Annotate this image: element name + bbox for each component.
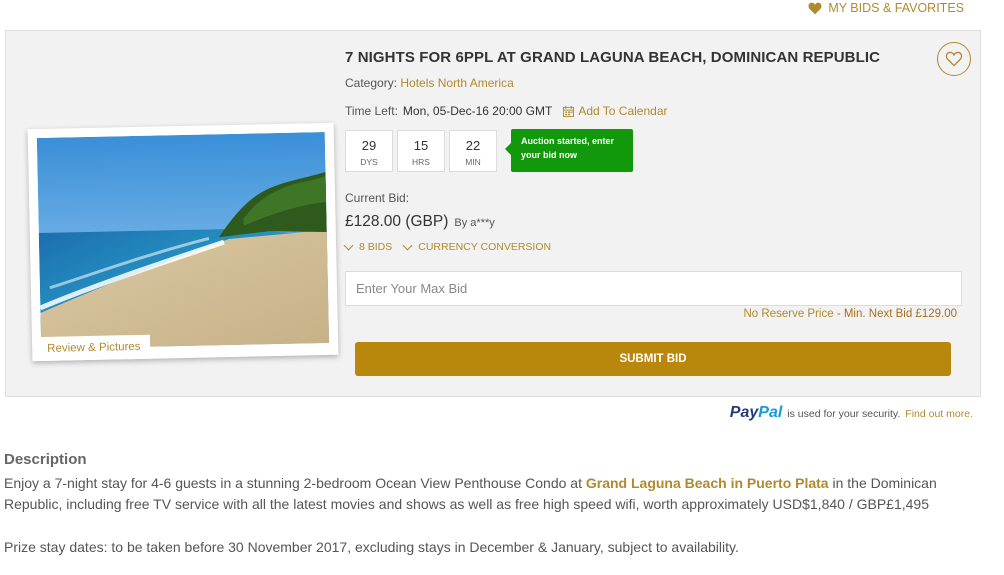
description-heading: Description	[4, 451, 87, 468]
category-link[interactable]: Hotels North America	[400, 76, 513, 90]
countdown-days: 29 DYS	[345, 130, 393, 172]
countdown: 29 DYS 15 HRS 22 MIN	[345, 130, 497, 172]
time-left-value: Mon, 05-Dec-16 20:00 GMT	[402, 104, 553, 118]
heart-icon	[808, 2, 822, 14]
bids-toggle-label: 8 BIDS	[359, 241, 393, 253]
time-left-label: Time Left:	[345, 104, 398, 118]
current-bid-label: Current Bid:	[345, 191, 410, 205]
find-out-more-link[interactable]: Find out more.	[905, 408, 973, 420]
chevron-down-icon	[402, 240, 413, 250]
countdown-days-value: 29	[361, 138, 377, 153]
current-bid-bidder: By a***y	[454, 217, 495, 229]
description-text: Enjoy a 7-night stay for 4-6 guests in a…	[4, 473, 984, 515]
description-text-before: Enjoy a 7-night stay for 4-6 guests in a…	[4, 475, 586, 491]
favorite-button[interactable]	[937, 42, 971, 76]
paypal-text: is used for your security.	[787, 408, 901, 420]
category-label: Category:	[345, 76, 398, 90]
auction-photo-frame[interactable]: Review & Pictures	[27, 122, 339, 362]
countdown-days-unit: DYS	[360, 157, 378, 167]
currency-conversion-toggle[interactable]: CURRENCY CONVERSION	[402, 240, 552, 253]
paypal-logo: PayPal	[730, 404, 782, 422]
beach-photo	[36, 132, 330, 349]
paypal-notice: PayPal is used for your security. Find o…	[730, 404, 973, 422]
max-bid-input[interactable]	[345, 271, 962, 306]
my-bids-label: MY BIDS & FAVORITES	[828, 1, 964, 15]
countdown-hours-unit: HRS	[412, 157, 430, 167]
no-reserve-link[interactable]: No Reserve Price	[744, 308, 834, 320]
time-left-line: Time Left: Mon, 05-Dec-16 20:00 GMT Add …	[345, 104, 668, 118]
add-to-calendar-link[interactable]: Add To Calendar	[563, 104, 668, 118]
category-line: Category: Hotels North America	[345, 76, 514, 90]
review-pictures-link[interactable]: Review & Pictures	[36, 334, 151, 362]
bid-links: 8 BIDS CURRENCY CONVERSION	[343, 240, 552, 253]
paypal-logo-part2: Pal	[758, 404, 783, 421]
reserve-info: No Reserve Price - Min. Next Bid £129.00	[744, 308, 958, 320]
grand-laguna-link[interactable]: Grand Laguna Beach in Puerto Plata	[586, 475, 829, 491]
countdown-hours: 15 HRS	[397, 130, 445, 172]
currency-conversion-label: CURRENCY CONVERSION	[418, 241, 552, 253]
calendar-icon	[563, 105, 575, 117]
auction-card: Review & Pictures 7 NIGHTS FOR 6PPL AT G…	[5, 30, 981, 397]
paypal-logo-part1: Pay	[729, 404, 759, 421]
auction-status-tooltip: Auction started, enter your bid now	[505, 129, 633, 172]
submit-bid-button[interactable]: SUBMIT BID	[355, 342, 951, 376]
countdown-minutes-value: 22	[465, 138, 481, 153]
min-next-bid: - Min. Next Bid £129.00	[833, 308, 957, 320]
countdown-minutes-unit: MIN	[465, 157, 481, 167]
countdown-hours-value: 15	[413, 138, 429, 153]
bids-toggle[interactable]: 8 BIDS	[343, 240, 393, 253]
prize-dates-text: Prize stay dates: to be taken before 30 …	[4, 539, 739, 555]
auction-title: 7 NIGHTS FOR 6PPL AT GRAND LAGUNA BEACH,…	[345, 49, 881, 66]
current-bid-amount: £128.00 (GBP)	[345, 213, 449, 230]
my-bids-favorites-link[interactable]: MY BIDS & FAVORITES	[808, 1, 964, 15]
current-bid: £128.00 (GBP) By a***y	[345, 213, 495, 231]
chevron-down-icon	[343, 240, 354, 250]
heart-outline-icon	[945, 51, 963, 67]
countdown-minutes: 22 MIN	[449, 130, 497, 172]
add-to-calendar-label: Add To Calendar	[578, 104, 668, 118]
